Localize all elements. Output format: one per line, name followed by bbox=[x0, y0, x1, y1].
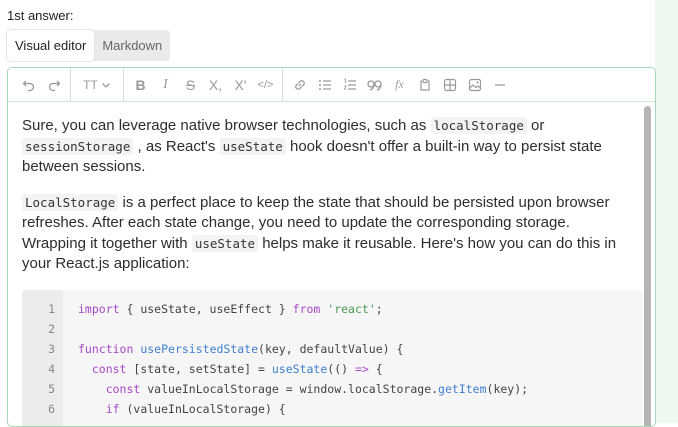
image-icon[interactable] bbox=[462, 72, 487, 97]
undo-icon[interactable] bbox=[16, 72, 41, 97]
link-icon[interactable] bbox=[287, 72, 312, 97]
code-token: 'react' bbox=[327, 302, 375, 316]
code-token: from bbox=[293, 302, 321, 316]
superscript-icon[interactable]: X' bbox=[228, 72, 253, 97]
code-token bbox=[78, 402, 106, 416]
code-token: { useState, useEffect } bbox=[126, 302, 292, 316]
code-token: const bbox=[106, 382, 141, 396]
table-icon[interactable] bbox=[437, 72, 462, 97]
code-token: ; bbox=[376, 302, 383, 316]
code-token: (key); bbox=[487, 382, 529, 396]
formula-icon[interactable]: fx bbox=[387, 72, 412, 97]
quote-icon[interactable] bbox=[362, 72, 387, 97]
bullet-list-icon[interactable] bbox=[312, 72, 337, 97]
line-number: 6 bbox=[22, 399, 55, 419]
insert-group: fx bbox=[283, 68, 516, 101]
code-text: const [state, setState] = useState(() =>… bbox=[78, 359, 383, 379]
line-number: 5 bbox=[22, 379, 55, 399]
italic-icon[interactable]: I bbox=[153, 72, 178, 97]
code-token bbox=[78, 382, 106, 396]
inline-code: useState bbox=[192, 235, 258, 252]
code-block[interactable]: 1 import { useState, useEffect } from 're… bbox=[22, 290, 643, 427]
answer-label: 1st answer: bbox=[7, 8, 73, 23]
tab-visual-editor[interactable]: Visual editor bbox=[7, 30, 94, 61]
divider-icon[interactable] bbox=[487, 72, 512, 97]
code-token: import bbox=[78, 302, 126, 316]
text-size-group: TT bbox=[71, 68, 124, 101]
strikethrough-icon[interactable]: S bbox=[178, 72, 203, 97]
paragraph: Sure, you can leverage native browser te… bbox=[22, 116, 637, 178]
code-icon[interactable]: </> bbox=[253, 72, 278, 97]
inline-code: useState bbox=[220, 138, 286, 155]
text-size-icon: TT bbox=[83, 78, 98, 92]
paste-icon[interactable] bbox=[412, 72, 437, 97]
subscript-icon[interactable]: X, bbox=[203, 72, 228, 97]
line-number: 4 bbox=[22, 359, 55, 379]
code-token: useState bbox=[272, 362, 327, 376]
code-token: (() bbox=[327, 362, 355, 376]
paragraph: LocalStorage is a perfect place to keep … bbox=[22, 193, 637, 275]
code-token: [state, setState] = bbox=[126, 362, 271, 376]
inline-code: LocalStorage bbox=[22, 194, 118, 211]
code-token: const bbox=[92, 362, 127, 376]
code-text: if (valueInLocalStorage) { bbox=[78, 399, 286, 419]
text-size-dropdown[interactable]: TT bbox=[75, 72, 119, 97]
chevron-down-icon bbox=[101, 80, 111, 90]
code-token: usePersistedState bbox=[140, 342, 258, 356]
code-token: (key, defaultValue) { bbox=[258, 342, 403, 356]
line-number: 1 bbox=[22, 299, 55, 319]
inline-code: localStorage bbox=[431, 117, 527, 134]
code-text: function usePersistedState(key, defaultV… bbox=[78, 339, 403, 359]
editor-mode-tabs: Visual editor Markdown bbox=[7, 30, 170, 61]
redo-icon[interactable] bbox=[41, 72, 66, 97]
page: 1st answer: Visual editor Markdown TT bbox=[0, 0, 678, 423]
format-group: B I S X, X' </> bbox=[124, 68, 283, 101]
code-token: function bbox=[78, 342, 133, 356]
code-token: valueInLocalStorage = window.localStorag… bbox=[140, 382, 438, 396]
code-token bbox=[78, 362, 92, 376]
line-number: 2 bbox=[22, 319, 55, 339]
inline-code: sessionStorage bbox=[22, 138, 133, 155]
numbered-list-icon[interactable] bbox=[337, 72, 362, 97]
rich-text-editor[interactable]: TT B I S X, X' </> bbox=[7, 67, 656, 427]
editor-toolbar: TT B I S X, X' </> bbox=[8, 68, 655, 102]
code-token: getItem bbox=[438, 382, 486, 396]
bold-icon[interactable]: B bbox=[128, 72, 153, 97]
code-token: { bbox=[369, 362, 383, 376]
code-text: const valueInLocalStorage = window.local… bbox=[78, 379, 528, 399]
code-text: import { useState, useEffect } from 'rea… bbox=[78, 299, 383, 319]
editor-content[interactable]: Sure, you can leverage native browser te… bbox=[8, 102, 645, 427]
scrollbar-thumb[interactable] bbox=[644, 106, 651, 427]
history-group bbox=[12, 68, 71, 101]
code-token: => bbox=[355, 362, 369, 376]
tab-markdown[interactable]: Markdown bbox=[94, 30, 170, 61]
line-number: 3 bbox=[22, 339, 55, 359]
code-token: (valueInLocalStorage) { bbox=[120, 402, 286, 416]
code-token: if bbox=[106, 402, 120, 416]
